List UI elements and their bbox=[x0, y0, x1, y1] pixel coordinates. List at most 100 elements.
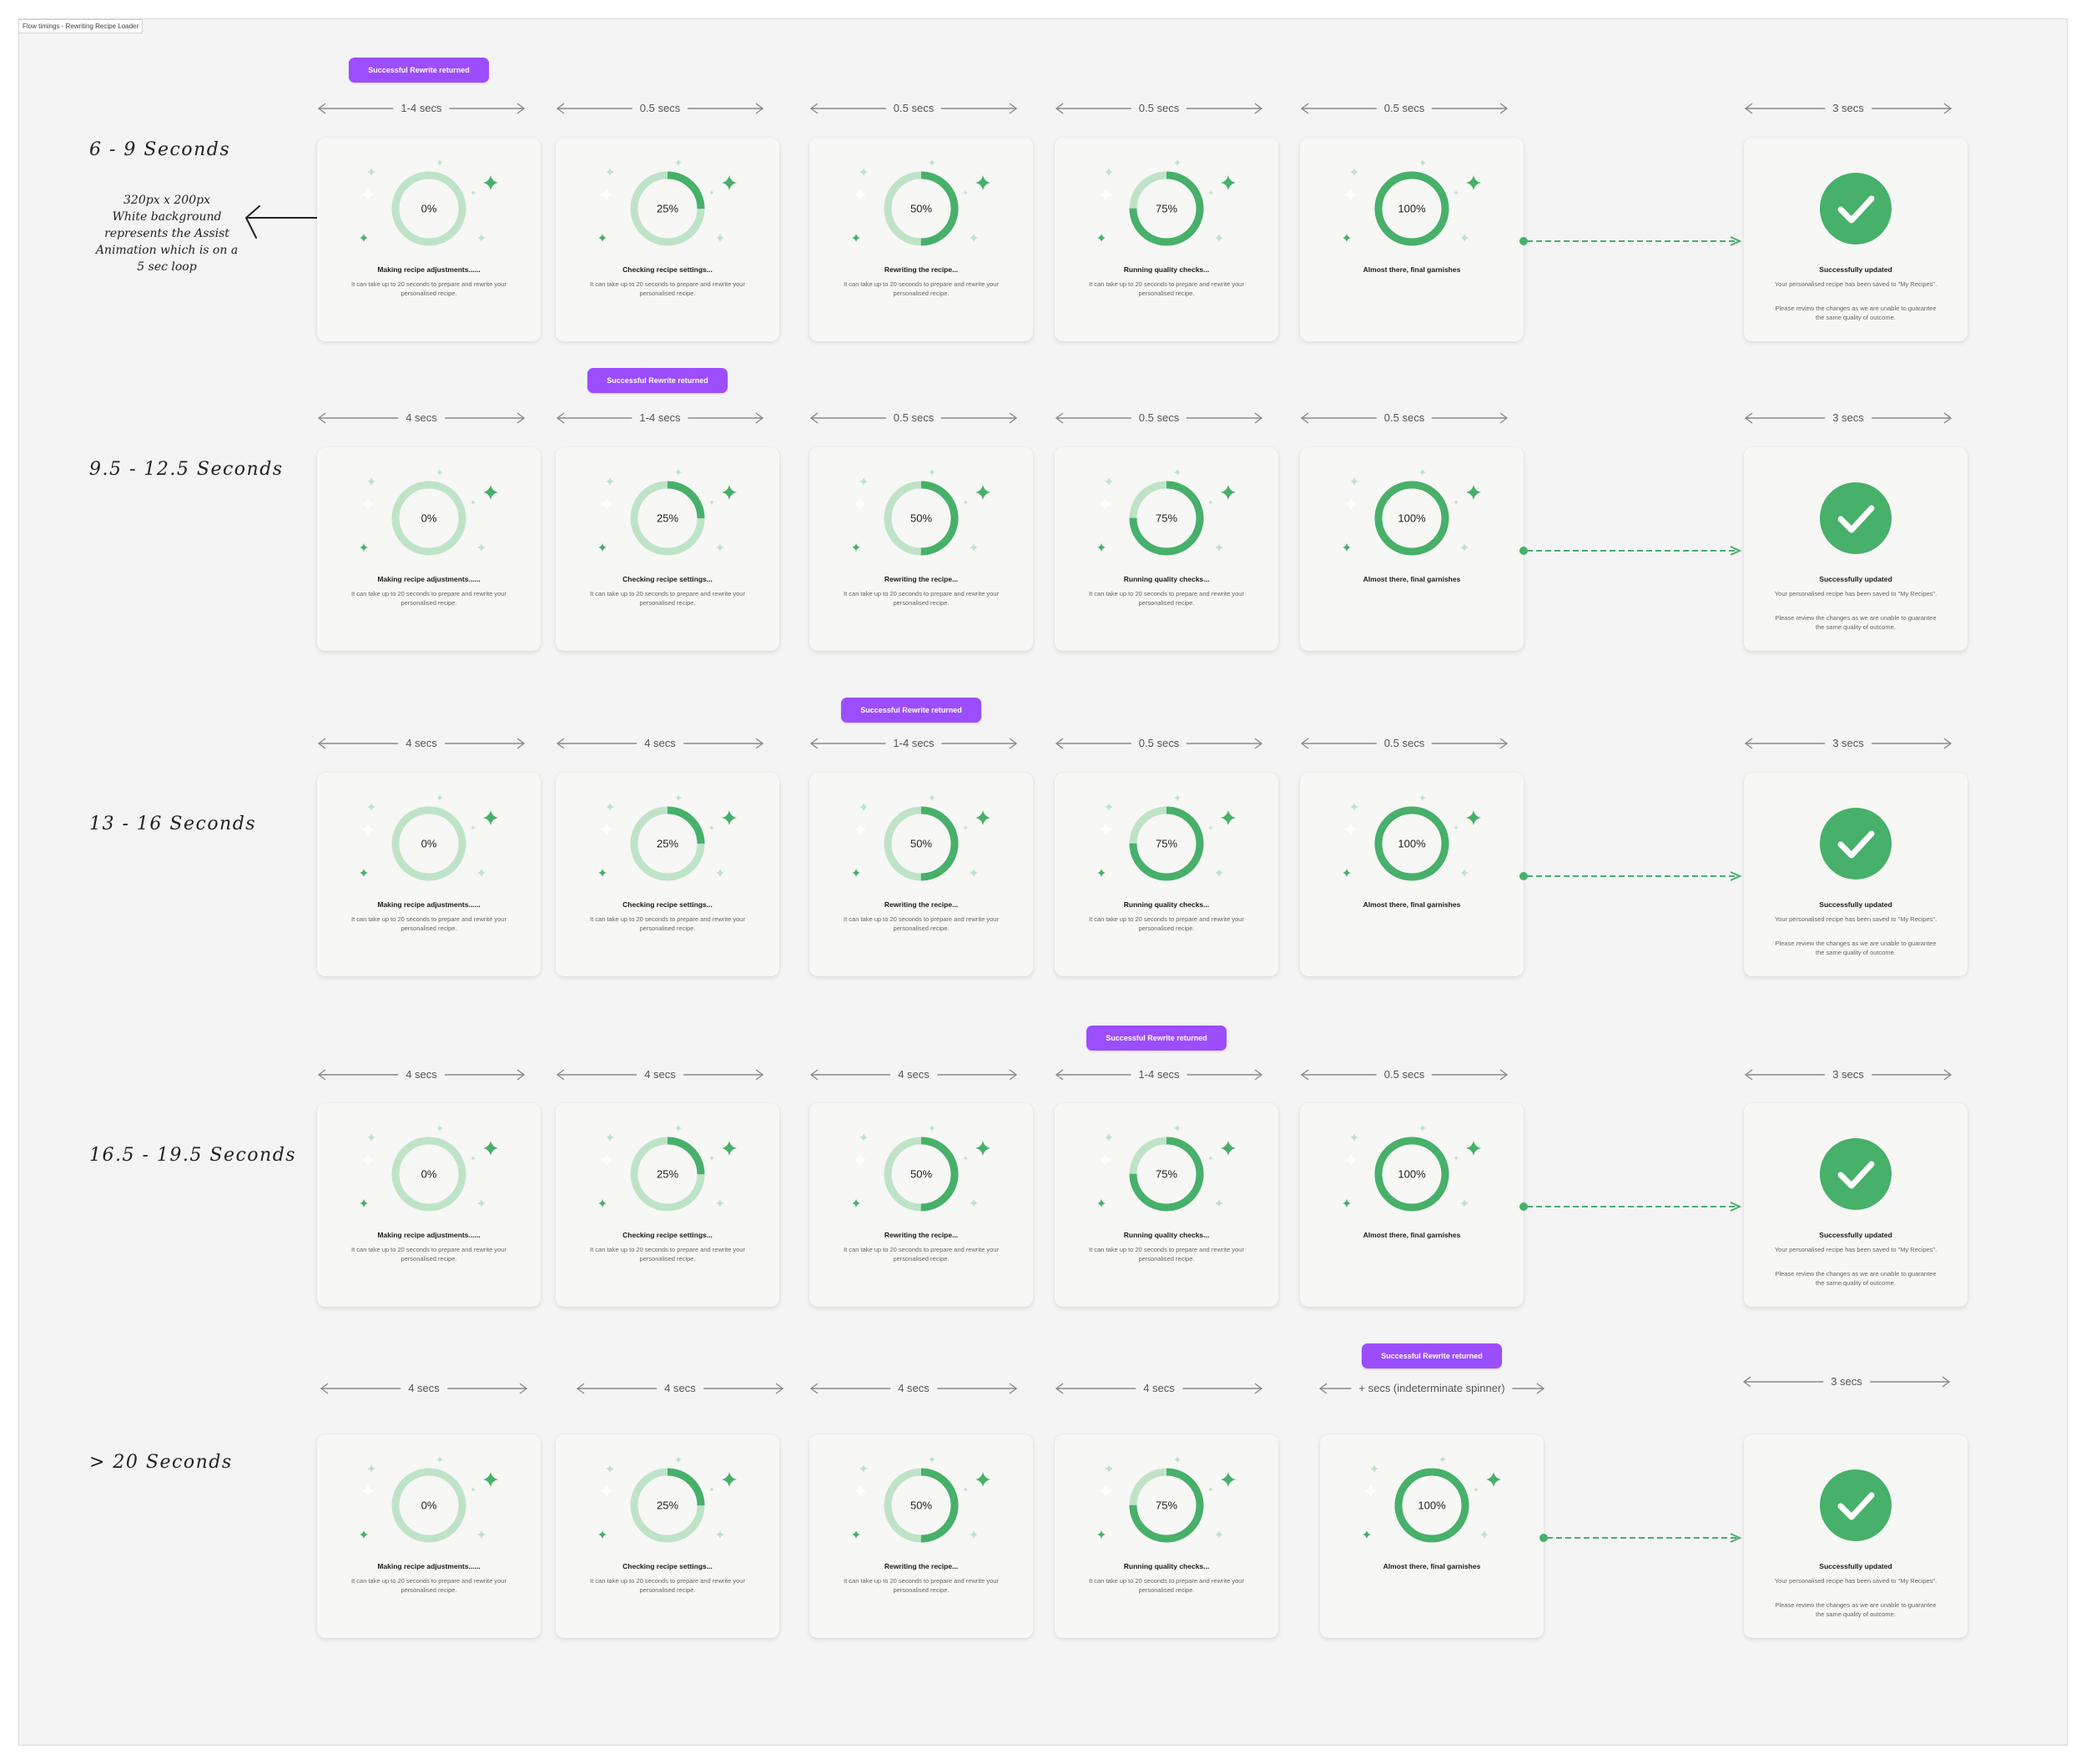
sparkle-icon bbox=[361, 497, 375, 511]
progress-percent: 25% bbox=[657, 1499, 678, 1512]
sparkle-icon bbox=[436, 1456, 443, 1463]
sparkle-icon bbox=[598, 1530, 607, 1539]
success-title: Successfully updated bbox=[1819, 900, 1892, 909]
sparkle-icon bbox=[854, 188, 867, 201]
sparkle-icon bbox=[600, 497, 613, 511]
sparkle-icon bbox=[1419, 794, 1426, 801]
loader-card: 0% Making recipe adjustments...... It can … bbox=[317, 447, 541, 651]
progress-percent: 75% bbox=[1156, 1499, 1177, 1512]
sparkle-icon bbox=[367, 1464, 375, 1473]
loader-card: 25% Checking recipe settings... It can tak… bbox=[556, 773, 779, 976]
sparkle-icon bbox=[929, 469, 935, 476]
sparkle-icon bbox=[1105, 477, 1113, 486]
progress-visual: 50% bbox=[852, 1125, 990, 1212]
duration-indicator: 4 secs bbox=[809, 1380, 1018, 1397]
sparkle-icon bbox=[360, 543, 368, 552]
duration-label: 0.5 secs bbox=[1376, 735, 1433, 752]
sparkle-icon bbox=[675, 159, 682, 166]
progress-visual: 100% bbox=[1343, 1125, 1481, 1212]
loader-card: 50% Rewriting the recipe... It can take up… bbox=[809, 773, 1033, 976]
step-description: It can take up to 20 seconds to prepare … bbox=[844, 915, 999, 932]
sparkle-icon bbox=[716, 543, 724, 552]
sparkle-icon bbox=[859, 1133, 868, 1142]
success-title: Successfully updated bbox=[1819, 575, 1892, 583]
sparkle-icon bbox=[716, 234, 724, 242]
duration-indicator: 4 secs bbox=[809, 1066, 1018, 1083]
progress-visual: 100% bbox=[1343, 159, 1481, 246]
duration-label: 4 secs bbox=[401, 1380, 447, 1397]
progress-percent: 0% bbox=[421, 203, 437, 215]
sparkle-icon bbox=[1474, 1487, 1479, 1492]
sparkle-icon bbox=[1344, 497, 1358, 511]
step-title: Making recipe adjustments...... bbox=[377, 575, 481, 583]
loader-card: 50% Rewriting the recipe... It can take up… bbox=[809, 447, 1033, 651]
sparkle-icon bbox=[975, 175, 990, 190]
progress-percent: 25% bbox=[657, 1168, 678, 1181]
step-description: It can take up to 20 seconds to prepare … bbox=[1089, 280, 1244, 297]
sparkle-icon bbox=[361, 1153, 375, 1167]
progress-visual: 0% bbox=[360, 469, 498, 556]
sparkle-icon bbox=[852, 543, 860, 552]
sparkle-icon bbox=[1466, 1141, 1481, 1156]
duration-indicator: 4 secs bbox=[317, 1066, 526, 1083]
frame-label[interactable]: Flow timings - Rewriting Recipe Loader bbox=[18, 19, 144, 33]
sparkle-icon bbox=[854, 497, 867, 511]
loader-card: 75% Running quality checks... It can take … bbox=[1055, 1103, 1278, 1307]
step-title: Almost there, final garnishes bbox=[1363, 575, 1461, 583]
duration-indicator: 3 secs bbox=[1744, 1066, 1952, 1083]
step-title: Almost there, final garnishes bbox=[1383, 1562, 1481, 1570]
duration-label: + secs (indeterminate spinner) bbox=[1351, 1380, 1513, 1397]
duration-indicator: 0.5 secs bbox=[1055, 410, 1263, 426]
sparkle-icon bbox=[1215, 234, 1223, 242]
duration-label: 1-4 secs bbox=[885, 735, 942, 752]
progress-visual: 25% bbox=[598, 1456, 737, 1543]
success-visual bbox=[1820, 1469, 1892, 1541]
sparkle-icon bbox=[477, 1530, 486, 1539]
duration-indicator: 4 secs bbox=[1055, 1380, 1263, 1397]
step-title: Making recipe adjustments...... bbox=[377, 265, 481, 274]
step-description: It can take up to 20 seconds to prepare … bbox=[590, 590, 745, 607]
row-time-label: 9.5 - 12.5 Seconds bbox=[89, 459, 284, 480]
loader-card: 0% Making recipe adjustments...... It can … bbox=[317, 773, 541, 976]
step-description: It can take up to 20 seconds to prepare … bbox=[351, 1246, 506, 1263]
sparkle-icon bbox=[1221, 1141, 1236, 1156]
duration-indicator: 0.5 secs bbox=[809, 100, 1018, 117]
sparkle-icon bbox=[436, 159, 443, 166]
loader-card: 50% Rewriting the recipe... It can take up… bbox=[809, 138, 1033, 341]
step-title: Rewriting the recipe... bbox=[884, 575, 959, 583]
sparkle-icon bbox=[929, 1456, 935, 1463]
loader-card: 75% Running quality checks... It can take … bbox=[1055, 138, 1278, 341]
row-time-label: 13 - 16 Seconds bbox=[89, 814, 257, 834]
sparkle-icon bbox=[483, 1472, 498, 1487]
step-title: Checking recipe settings... bbox=[622, 575, 713, 583]
success-description: Your personalised recipe has been saved … bbox=[1774, 590, 1937, 597]
sparkle-icon bbox=[1460, 1199, 1469, 1207]
sparkle-icon bbox=[1174, 1456, 1181, 1463]
sparkle-icon bbox=[471, 500, 476, 505]
loader-card: 100% Almost there, final garnishes bbox=[1300, 773, 1524, 976]
loader-card: 0% Making recipe adjustments...... It can … bbox=[317, 1434, 541, 1638]
loader-card: 75% Running quality checks... It can take … bbox=[1055, 1434, 1278, 1638]
sparkle-icon bbox=[477, 1199, 486, 1207]
duration-indicator: 0.5 secs bbox=[1055, 100, 1263, 117]
sparkle-icon bbox=[606, 1133, 614, 1142]
sparkle-icon bbox=[471, 190, 476, 195]
row-time-label: 16.5 - 19.5 Seconds bbox=[89, 1145, 297, 1166]
sparkle-icon bbox=[483, 485, 498, 500]
step-description: It can take up to 20 seconds to prepare … bbox=[1089, 1246, 1244, 1263]
progress-percent: 50% bbox=[910, 203, 932, 215]
duration-label: 4 secs bbox=[398, 735, 445, 752]
sparkle-icon bbox=[1419, 1125, 1426, 1131]
sparkle-icon bbox=[854, 1484, 867, 1498]
progress-visual: 100% bbox=[1343, 469, 1481, 556]
transition-connector bbox=[1519, 871, 1744, 881]
progress-percent: 100% bbox=[1398, 1168, 1426, 1181]
duration-indicator: 0.5 secs bbox=[1300, 735, 1509, 752]
sparkle-icon bbox=[1099, 1153, 1112, 1167]
progress-percent: 75% bbox=[1156, 203, 1177, 215]
sparkle-icon bbox=[1097, 869, 1106, 877]
sparkle-icon bbox=[477, 869, 486, 877]
sparkle-icon bbox=[1466, 485, 1481, 500]
sparkle-icon bbox=[483, 175, 498, 190]
step-description: It can take up to 20 seconds to prepare … bbox=[844, 590, 999, 607]
